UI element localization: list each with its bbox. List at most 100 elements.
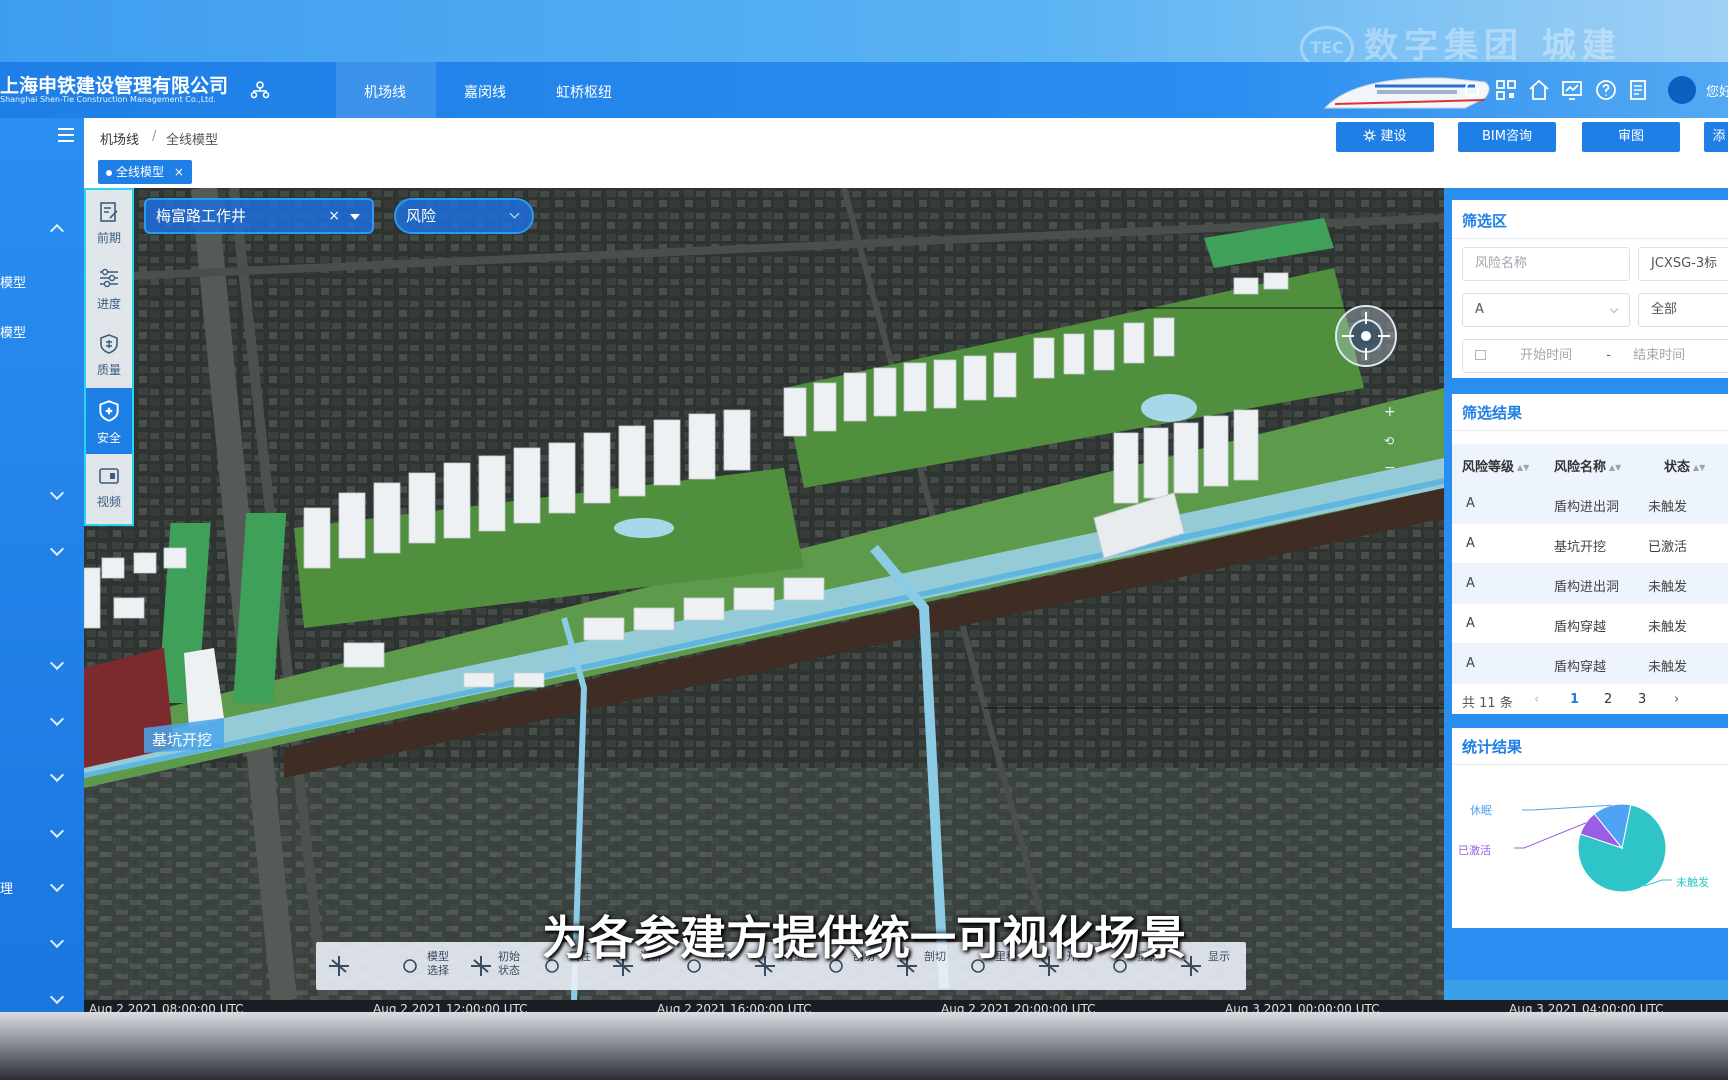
user-avatar[interactable]	[1668, 76, 1696, 104]
sidebar-item-manage[interactable]: 理	[0, 878, 13, 897]
sort-icon: ▲▼	[1693, 463, 1706, 472]
tool-preliminary[interactable]: 前期	[86, 190, 132, 256]
nav-tab-hongqiao-hub[interactable]: 虹桥枢纽	[556, 82, 612, 102]
status-select[interactable]: 全部	[1638, 293, 1728, 327]
nav-tab-airport-line[interactable]: 机场线	[364, 82, 406, 102]
gear-icon	[1363, 129, 1377, 142]
divider	[1452, 764, 1728, 765]
date-range-separator: -	[1606, 348, 1611, 363]
breadcrumb-current: 全线模型	[166, 133, 219, 148]
category-select-value: 风险	[406, 207, 437, 225]
tab-tag-bar: 全线模型 ×	[84, 156, 1728, 188]
section-select[interactable]: JCXSG-3标	[1638, 247, 1728, 281]
monitor-icon[interactable]	[1560, 78, 1584, 102]
cell-level: A	[1466, 496, 1475, 511]
cell-name: 盾构进出洞	[1554, 500, 1620, 515]
reset-view-icon[interactable]: ⟲	[1384, 434, 1394, 448]
expand-chevron-icon[interactable]	[49, 989, 65, 1005]
pie-label: 休眠	[1470, 804, 1492, 817]
expand-chevron-icon[interactable]	[49, 823, 65, 839]
table-row[interactable]: A 盾构穿越 未触发	[1452, 604, 1728, 644]
cell-status: 未触发	[1648, 500, 1688, 515]
prev-page-button[interactable]: ‹	[1534, 692, 1539, 707]
date-range-picker[interactable]: 开始时间 - 结束时间	[1462, 339, 1728, 373]
divider	[1452, 238, 1728, 239]
cell-level: A	[1466, 536, 1475, 551]
sliders-icon	[100, 268, 118, 288]
collapse-chevron-icon[interactable]	[49, 223, 65, 239]
tool-label: 质量	[96, 363, 121, 377]
expand-chevron-icon[interactable]	[49, 485, 65, 501]
page-button[interactable]: 2	[1604, 692, 1612, 707]
right-panel: 筛选区 风险名称 JCXSG-3标 A 全部 开始时间 - 结束时间 筛选结果 …	[1444, 188, 1728, 980]
expand-chevron-icon[interactable]	[49, 541, 65, 557]
expand-chevron-icon[interactable]	[49, 711, 65, 727]
table-row[interactable]: A 盾构进出洞 未触发	[1452, 484, 1728, 524]
page-button[interactable]: 1	[1570, 692, 1579, 707]
risk-name-input[interactable]: 风险名称	[1462, 247, 1630, 281]
zoom-in-button[interactable]: +	[1384, 404, 1396, 420]
sort-icon: ▲▼	[1517, 463, 1530, 472]
location-select-value: 梅富路工作井	[156, 207, 247, 225]
cell-status: 已激活	[1648, 540, 1688, 555]
clear-icon[interactable]: ×	[328, 200, 340, 232]
video-subtitle: 为各参建方提供统一可视化场景	[542, 911, 1186, 965]
compass-icon[interactable]	[1334, 304, 1398, 368]
breadcrumb-root[interactable]: 机场线	[100, 129, 139, 148]
next-page-button[interactable]: ›	[1674, 692, 1679, 707]
build-button[interactable]: 建设	[1336, 122, 1434, 152]
tool-video[interactable]: 视频	[86, 454, 132, 520]
tool-safety[interactable]: 安全	[86, 388, 132, 454]
sidebar-item-model-1[interactable]: 模型	[0, 272, 26, 291]
pie-label: 已激活	[1458, 843, 1491, 857]
help-icon[interactable]	[1594, 78, 1618, 102]
expand-chevron-icon[interactable]	[49, 655, 65, 671]
stats-title: 统计结果	[1462, 738, 1523, 756]
zoom-out-button[interactable]: −	[1384, 460, 1396, 476]
sidebar-item-model-2[interactable]: 模型	[0, 322, 26, 341]
org-tree-icon[interactable]	[250, 80, 270, 100]
tab-label: 全线模型	[116, 165, 165, 179]
table-row[interactable]: A 基坑开挖 已激活	[1452, 524, 1728, 564]
home-icon[interactable]	[1527, 78, 1551, 102]
start-date-placeholder: 开始时间	[1520, 348, 1573, 363]
notification-icon[interactable]	[1460, 78, 1484, 102]
cell-status: 未触发	[1648, 580, 1688, 595]
review-drawing-button[interactable]: 审图	[1582, 122, 1680, 152]
more-button[interactable]: 添	[1704, 122, 1728, 152]
map-3d-viewport[interactable]: 基坑开挖	[84, 188, 1444, 1000]
expand-chevron-icon[interactable]	[49, 877, 65, 893]
cell-level: A	[1466, 656, 1475, 671]
table-row[interactable]: A 盾构进出洞 未触发	[1452, 564, 1728, 604]
build-button-label: 建设	[1380, 129, 1407, 144]
level-select[interactable]: A	[1462, 293, 1630, 327]
results-card: 筛选结果 风险等级 ▲▼ 风险名称 ▲▼ 状态 ▲▼ A 盾构进出洞 未触发 A 基坑…	[1452, 394, 1728, 714]
document-icon[interactable]	[1626, 78, 1650, 102]
location-select[interactable]: 梅富路工作井 ×	[144, 198, 374, 234]
sort-icon: ▲▼	[1609, 463, 1622, 472]
tool-label: 视频	[96, 495, 121, 509]
category-select[interactable]: 风险	[394, 198, 534, 234]
menu-toggle-icon[interactable]	[58, 128, 74, 146]
nav-tab-jiamin-line[interactable]: 嘉闵线	[464, 82, 506, 102]
tool-quality[interactable]: 质量	[86, 322, 132, 388]
tab-close-icon[interactable]: ×	[174, 165, 184, 179]
page-button[interactable]: 3	[1638, 692, 1646, 707]
user-greeting[interactable]: 您好	[1706, 81, 1728, 100]
tab-full-line-model[interactable]: 全线模型 ×	[98, 160, 192, 184]
tool-progress[interactable]: 进度	[86, 256, 132, 322]
stats-card: 统计结果 未触发 已激活 休眠	[1452, 728, 1728, 928]
column-header[interactable]: 风险名称 ▲▼	[1554, 456, 1621, 475]
expand-chevron-icon[interactable]	[49, 767, 65, 783]
video-icon	[99, 468, 119, 484]
table-row[interactable]: A 盾构穿越 未触发	[1452, 644, 1728, 684]
left-sidebar: 模型 模型 理	[0, 118, 84, 1018]
divider	[1452, 430, 1728, 431]
column-header[interactable]: 风险等级 ▲▼	[1462, 456, 1529, 475]
column-header[interactable]: 状态 ▲▼	[1664, 456, 1705, 475]
pagination-total: 共 11 条	[1462, 696, 1513, 711]
pie-leader-line	[1522, 804, 1612, 811]
bim-consult-button[interactable]: BIM咨询	[1458, 122, 1556, 152]
filter-card: 筛选区 风险名称 JCXSG-3标 A 全部 开始时间 - 结束时间	[1452, 200, 1728, 378]
qr-code-icon[interactable]	[1494, 78, 1518, 102]
